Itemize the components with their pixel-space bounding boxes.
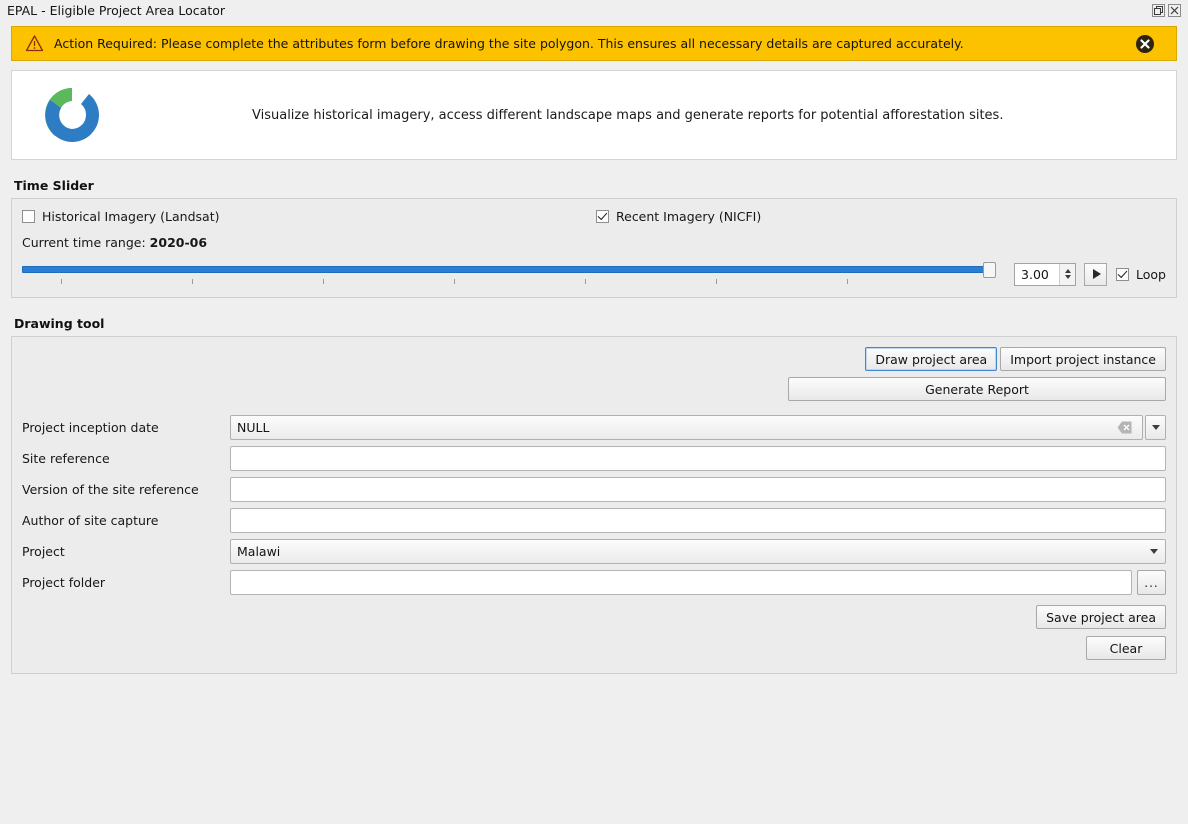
time-slider-heading: Time Slider (14, 178, 94, 193)
generate-report-row: Generate Report (22, 377, 1166, 401)
slider-ticks (22, 279, 992, 285)
clear-field-icon[interactable] (1117, 421, 1132, 434)
form-row-version-of-site-reference: Version of the site reference (22, 477, 1166, 502)
banner-close-icon[interactable] (1134, 33, 1156, 55)
form-row-author-of-site-capture: Author of site capture (22, 508, 1166, 533)
time-slider-input[interactable] (22, 261, 1004, 287)
form-row-project-folder: Project folder ... (22, 570, 1166, 595)
project-folder-label: Project folder (22, 575, 106, 590)
project-folder-input[interactable] (230, 570, 1132, 595)
window-titlebar: EPAL - Eligible Project Area Locator (0, 0, 1188, 21)
form-row-project-inception-date: Project inception date NULL (22, 415, 1166, 440)
save-row: Save project area (22, 605, 1166, 629)
project-select[interactable]: Malawi (230, 539, 1166, 564)
project-inception-date-input[interactable]: NULL (230, 415, 1143, 440)
recent-imagery-label: Recent Imagery (NICFI) (616, 209, 762, 224)
form-row-project: Project Malawi (22, 539, 1166, 564)
stepper-arrows[interactable] (1059, 263, 1076, 285)
author-of-site-capture-input[interactable] (230, 508, 1166, 533)
drawing-tool-heading: Drawing tool (14, 316, 105, 331)
window-title: EPAL - Eligible Project Area Locator (7, 3, 226, 18)
window-controls (1152, 4, 1184, 17)
version-of-site-reference-label: Version of the site reference (22, 482, 199, 497)
recent-imagery-checkbox-row[interactable]: Recent Imagery (NICFI) (596, 209, 761, 224)
warning-triangle-icon (25, 34, 44, 53)
action-required-banner: Action Required: Please complete the att… (11, 26, 1177, 61)
hero-panel: Visualize historical imagery, access dif… (11, 70, 1177, 160)
chevron-down-icon (1151, 425, 1160, 430)
historical-imagery-label: Historical Imagery (Landsat) (42, 209, 220, 224)
draw-project-area-button[interactable]: Draw project area (865, 347, 998, 371)
project-label: Project (22, 544, 65, 559)
import-project-instance-button[interactable]: Import project instance (1000, 347, 1166, 371)
current-time-range: Current time range: 2020-06 (22, 235, 1166, 250)
banner-message: Action Required: Please complete the att… (54, 36, 964, 51)
float-window-icon[interactable] (1152, 4, 1165, 17)
loop-checkbox[interactable] (1116, 267, 1130, 281)
slider-track[interactable] (22, 266, 993, 273)
drawing-tool-panel: Draw project area Import project instanc… (11, 336, 1177, 674)
generate-report-button[interactable]: Generate Report (788, 377, 1166, 401)
time-slider-controls: 3.00 Loop (22, 261, 1166, 287)
loop-checkbox-row[interactable]: Loop (1116, 267, 1166, 282)
clear-button[interactable]: Clear (1086, 636, 1166, 660)
project-inception-date-value: NULL (237, 420, 270, 435)
project-inception-date-label: Project inception date (22, 420, 159, 435)
close-window-icon[interactable] (1168, 4, 1181, 17)
project-selected-value: Malawi (237, 544, 281, 559)
browse-folder-icon[interactable]: ... (1137, 570, 1166, 595)
drawing-actions-row: Draw project area Import project instanc… (22, 347, 1166, 371)
clear-row: Clear (22, 636, 1166, 660)
form-row-site-reference: Site reference (22, 446, 1166, 471)
chevron-down-icon (1150, 549, 1158, 554)
historical-imagery-checkbox-row[interactable]: Historical Imagery (Landsat) (22, 209, 596, 224)
current-time-range-value: 2020-06 (149, 235, 208, 250)
form-footer-actions: Save project area Clear (22, 605, 1166, 660)
playback-speed-value[interactable]: 3.00 (1015, 267, 1059, 282)
recent-imagery-checkbox[interactable] (596, 210, 609, 223)
version-of-site-reference-input[interactable] (230, 477, 1166, 502)
hero-description: Visualize historical imagery, access dif… (252, 107, 1004, 123)
play-icon[interactable] (1084, 262, 1108, 286)
imagery-toggles-row: Historical Imagery (Landsat) Recent Imag… (22, 209, 1166, 224)
project-inception-date-dropdown[interactable] (1145, 415, 1166, 440)
current-time-range-label: Current time range: (22, 235, 150, 250)
playback-speed-stepper[interactable]: 3.00 (1014, 262, 1077, 286)
time-slider-panel: Historical Imagery (Landsat) Recent Imag… (11, 198, 1177, 298)
save-project-area-button[interactable]: Save project area (1036, 605, 1166, 629)
slider-handle[interactable] (983, 262, 997, 278)
author-of-site-capture-label: Author of site capture (22, 513, 159, 528)
loop-label: Loop (1136, 266, 1166, 282)
site-reference-label: Site reference (22, 451, 110, 466)
historical-imagery-checkbox[interactable] (22, 210, 35, 223)
epal-logo-icon (12, 82, 132, 148)
attributes-form: Project inception date NULL Site referen… (22, 415, 1166, 595)
site-reference-input[interactable] (230, 446, 1166, 471)
